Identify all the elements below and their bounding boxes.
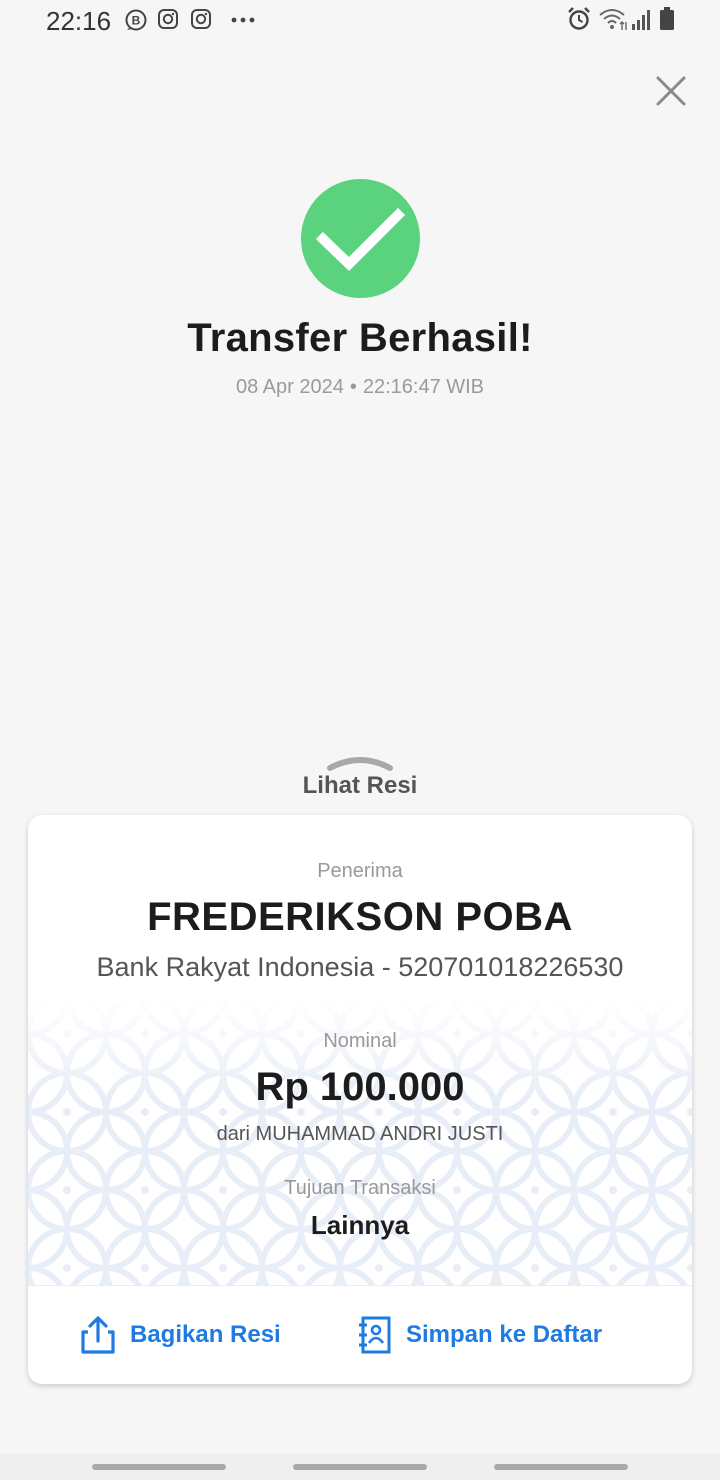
save-to-list-label: Simpan ke Daftar xyxy=(406,1321,603,1348)
save-to-list-button[interactable]: Simpan ke Daftar xyxy=(356,1305,602,1365)
transfer-success-screen: 22:16 B Transfer Berhasil! 08 Apr 2024 •… xyxy=(0,0,720,1480)
transaction-time: 22:16:47 WIB xyxy=(362,376,485,398)
chevron-up-icon[interactable] xyxy=(326,752,394,772)
share-receipt-label: Bagikan Resi xyxy=(130,1321,281,1348)
transaction-datetime: 08 Apr 2024 • 22:16:47 WIB xyxy=(0,376,720,399)
recipient-bank-account: Bank Rakyat Indonesia - 520701018226530 xyxy=(96,952,624,982)
page-title: Transfer Berhasil! xyxy=(187,316,533,360)
status-bar: 22:16 B xyxy=(0,0,720,44)
recipient-name: FREDERIKSON POBA xyxy=(147,895,573,939)
instagram-icon xyxy=(191,9,211,29)
receipt-card: Penerima FREDERIKSON POBA Bank Rakyat In… xyxy=(28,815,692,1384)
signal-icon xyxy=(632,10,650,30)
alarm-icon xyxy=(568,7,590,30)
more-dots-icon xyxy=(231,17,255,23)
system-nav-bar xyxy=(0,1454,720,1480)
share-icon xyxy=(81,1316,115,1354)
transfer-amount: Rp 100.000 xyxy=(255,1065,465,1109)
battery-icon xyxy=(660,7,674,30)
status-time: 22:16 xyxy=(46,6,112,36)
close-icon[interactable] xyxy=(652,72,690,110)
bip-icon: B xyxy=(125,9,147,31)
wifi-icon xyxy=(599,9,627,30)
purpose-label: Tujuan Transaksi xyxy=(284,1177,436,1199)
transaction-purpose: Lainnya xyxy=(310,1210,410,1240)
contact-book-icon xyxy=(359,1316,391,1354)
amount-label: Nominal xyxy=(323,1030,397,1052)
nav-recents-button[interactable] xyxy=(92,1464,226,1470)
view-receipt-toggle[interactable]: Lihat Resi xyxy=(0,772,720,800)
success-check-icon xyxy=(301,179,420,298)
datetime-separator: • xyxy=(349,376,357,398)
recipient-label: Penerima xyxy=(317,860,403,882)
nav-home-button[interactable] xyxy=(293,1464,427,1470)
sender-name: dari MUHAMMAD ANDRI JUSTI xyxy=(216,1123,504,1145)
transaction-date: 08 Apr 2024 xyxy=(235,376,344,398)
nav-back-button[interactable] xyxy=(494,1464,628,1470)
share-receipt-button[interactable]: Bagikan Resi xyxy=(80,1305,281,1365)
svg-text:B: B xyxy=(132,14,141,28)
card-divider xyxy=(28,1285,692,1286)
instagram-icon xyxy=(158,9,178,29)
